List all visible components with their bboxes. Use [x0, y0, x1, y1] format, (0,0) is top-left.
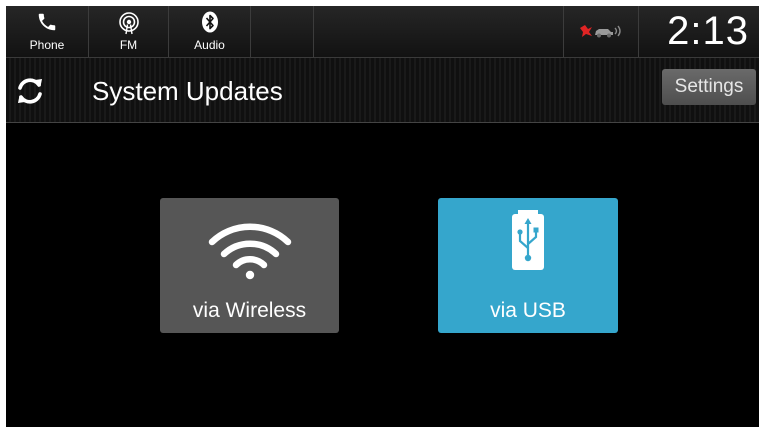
head-unit-screen: Phone FM Audio 2:13 System Updates Setti… — [6, 6, 759, 427]
status-slot-empty — [251, 6, 314, 57]
tab-audio-label: Audio — [194, 38, 225, 52]
bluetooth-icon — [201, 11, 218, 33]
status-alert[interactable] — [564, 6, 639, 57]
car-alert-icon — [580, 25, 621, 38]
via-usb-button[interactable]: via USB — [438, 198, 618, 333]
tab-fm[interactable]: FM — [89, 6, 169, 57]
tab-fm-label: FM — [119, 38, 138, 52]
tab-audio[interactable]: Audio — [169, 6, 251, 57]
via-wireless-button[interactable]: via Wireless — [160, 198, 339, 333]
tab-phone-label: Phone — [29, 38, 65, 52]
via-usb-label: via USB — [490, 299, 566, 322]
clock: 2:13 — [667, 9, 749, 53]
tab-phone[interactable]: Phone — [6, 6, 89, 57]
title-bar: System Updates Settings — [6, 58, 759, 123]
page-title: System Updates — [92, 76, 283, 106]
via-wireless-label: via Wireless — [192, 299, 307, 322]
radio-icon — [118, 12, 139, 35]
status-slot-empty — [314, 6, 564, 57]
refresh-icon[interactable] — [14, 76, 46, 106]
wifi-icon — [208, 223, 291, 280]
usb-icon — [512, 210, 544, 270]
settings-button[interactable]: Settings — [662, 69, 756, 105]
status-bar: Phone FM Audio 2:13 — [6, 6, 759, 58]
phone-icon — [38, 13, 56, 31]
